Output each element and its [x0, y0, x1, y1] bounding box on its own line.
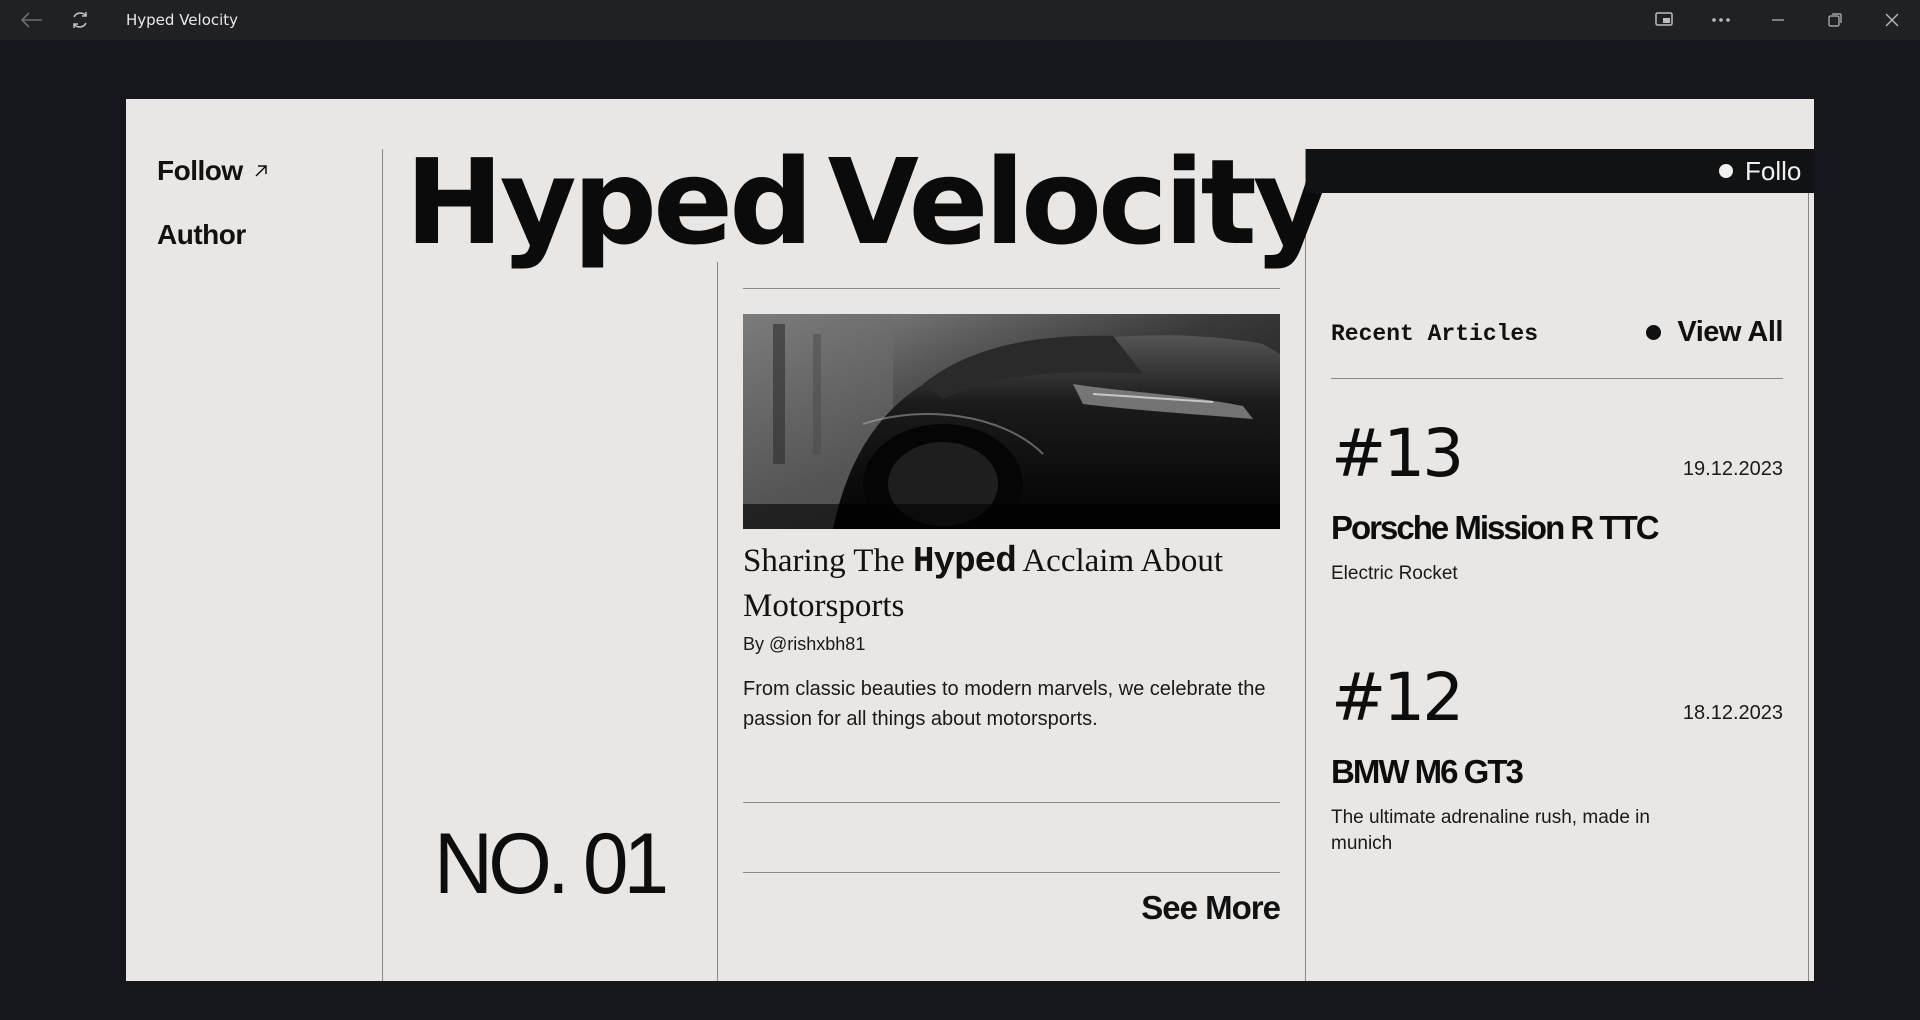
ticker-text: Follo [1745, 155, 1802, 186]
see-more-link[interactable]: See More [1141, 889, 1281, 927]
hero-title: Hyped Velocity [405, 143, 1330, 261]
follow-label: Follow [157, 155, 243, 186]
author-link[interactable]: Author [157, 215, 269, 255]
view-all-label: View All [1677, 316, 1783, 348]
back-arrow-icon[interactable] [8, 0, 56, 40]
feature-title-highlight: Hyped [912, 541, 1017, 582]
feature-title-part-1: Sharing The [743, 543, 913, 579]
external-arrow-icon [255, 165, 267, 177]
divider-edge [1808, 193, 1809, 981]
follow-link[interactable]: Follow [157, 151, 269, 191]
refresh-icon[interactable] [56, 0, 104, 40]
feature-top-rule [743, 288, 1280, 289]
view-all-link[interactable]: View All [1646, 316, 1783, 349]
ticker-dot-icon [1719, 164, 1733, 178]
divider-right [1305, 149, 1306, 981]
article-item[interactable]: #13 19.12.2023 Porsche Mission R TTC Ele… [1331, 421, 1783, 587]
page-card: Follow Author Hyped Velocity NO. 01 Shar… [126, 99, 1814, 981]
article-date: 19.12.2023 [1682, 458, 1783, 480]
minimize-icon[interactable] [1749, 0, 1806, 40]
article-subtitle: Electric Rocket [1331, 563, 1458, 584]
divider-middle [717, 262, 718, 981]
more-icon[interactable] [1692, 0, 1749, 40]
divider-left [382, 149, 383, 981]
hero-word-1: Hyped [405, 133, 814, 271]
window-titlebar: Hyped Velocity [0, 0, 1920, 40]
article-subtitle: The ultimate adrenaline rush, made in mu… [1331, 807, 1650, 854]
ticker-content: Follo [1719, 149, 1801, 193]
close-icon[interactable] [1863, 0, 1920, 40]
article-date: 18.12.2023 [1682, 702, 1783, 724]
recent-rule [1331, 378, 1783, 379]
feature-byline: By @rishxbh81 [743, 634, 866, 654]
feature-bottom-rule [743, 802, 1280, 803]
follow-ticker[interactable]: Follo [1306, 149, 1814, 193]
article-title: Porsche Mission R TTC [1331, 509, 1660, 546]
issue-number: NO. 01 [434, 816, 669, 912]
feature-description: From classic beauties to modern marvels,… [743, 678, 1266, 730]
feature-title[interactable]: Sharing The Hyped Acclaim About Motorspo… [743, 539, 1280, 628]
restore-icon[interactable] [1806, 0, 1863, 40]
recent-articles-heading: Recent Articles [1331, 321, 1539, 347]
bullet-dot-icon [1646, 325, 1662, 340]
window-title: Hyped Velocity [126, 11, 239, 29]
article-title: BMW M6 GT3 [1331, 753, 1524, 790]
feature-car-image[interactable] [743, 314, 1280, 529]
hero-word-2: Velocity [827, 133, 1330, 271]
see-more-rule [743, 872, 1280, 873]
article-item[interactable]: #12 18.12.2023 BMW M6 GT3 The ultimate a… [1331, 665, 1783, 857]
cast-icon[interactable] [1635, 0, 1692, 40]
side-nav: Follow Author [157, 151, 269, 279]
